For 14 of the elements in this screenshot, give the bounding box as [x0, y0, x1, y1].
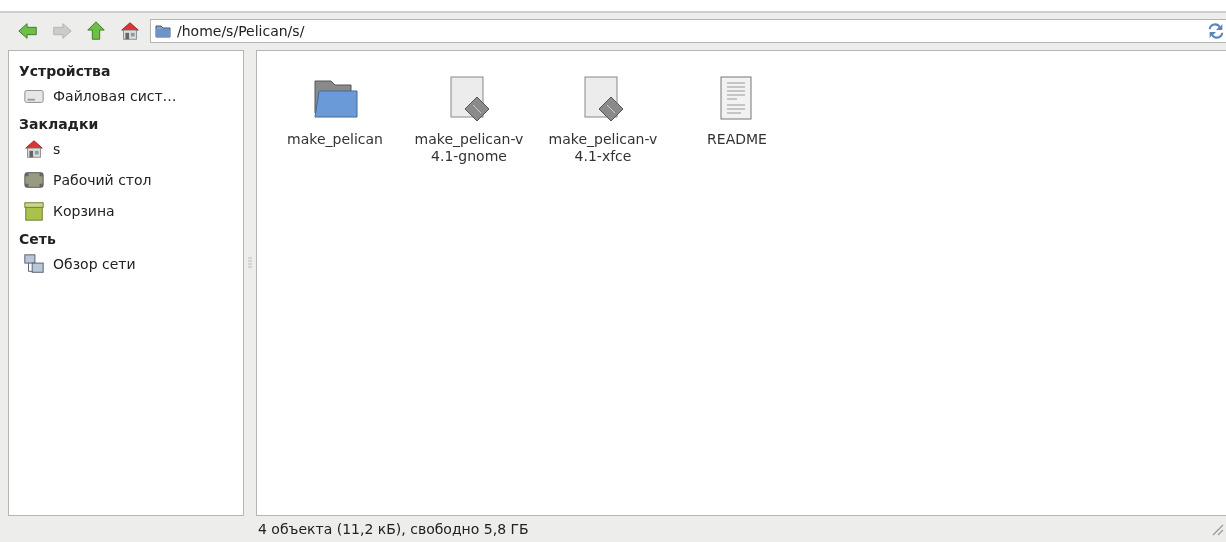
sidebar-item[interactable]: Рабочий стол: [9, 169, 243, 200]
file-item[interactable]: make_pelican: [267, 73, 403, 148]
section-heading: Устройства: [18, 63, 112, 81]
file-item[interactable]: make_pelican-v4.1-xfce: [535, 73, 671, 165]
status-text: 4 объекта (11,2 кБ), свободно 5,8 ГБ: [258, 521, 530, 537]
sidebar-item[interactable]: Файловая сист…: [9, 85, 243, 116]
section-heading: Закладки: [18, 116, 100, 134]
sidebar-item[interactable]: Обзор сети: [9, 253, 243, 284]
file-item[interactable]: README: [669, 73, 805, 148]
sidebar-item[interactable]: s: [9, 138, 243, 169]
location-field[interactable]: /home/s/Pelican/s/: [150, 18, 1226, 43]
sidebar-item[interactable]: Корзина: [9, 200, 243, 231]
section-heading: Сеть: [18, 231, 57, 249]
file-item[interactable]: make_pelican-v4.1-gnome: [401, 73, 537, 165]
